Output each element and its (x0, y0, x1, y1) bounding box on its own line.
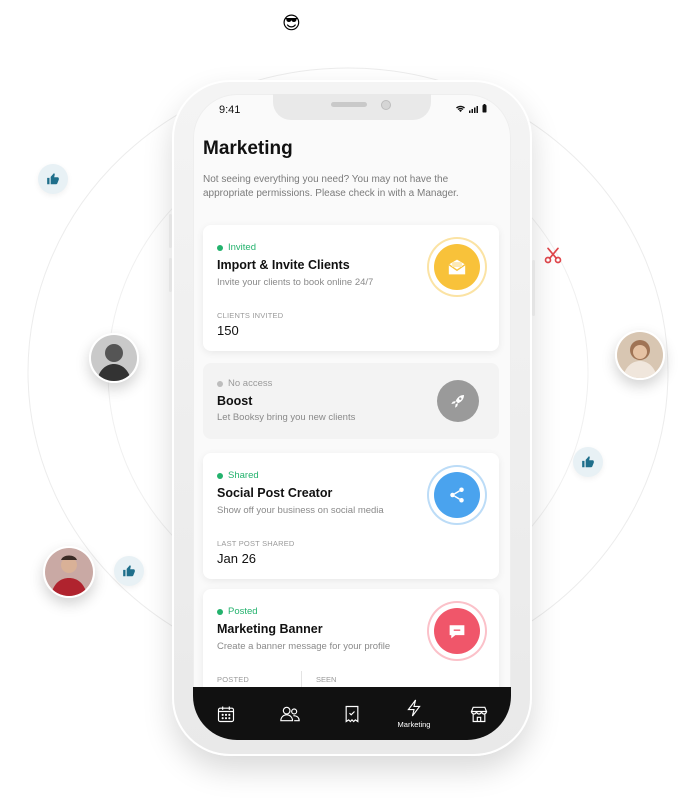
card-description: Create a banner message for your profile (217, 641, 391, 652)
status-badge: Shared (217, 470, 259, 481)
notch (273, 94, 431, 120)
card-social-post-creator[interactable]: Shared Social Post Creator Show off your… (203, 453, 499, 579)
card-title: Social Post Creator (217, 486, 333, 500)
scissors-icon (542, 244, 564, 266)
thumbs-up-icon (114, 556, 144, 586)
avatar (43, 546, 95, 598)
bottom-nav: Marketing (193, 687, 511, 740)
nav-item-clients[interactable] (268, 687, 312, 740)
signal-icon (469, 105, 478, 113)
status-badge: No access (217, 378, 272, 389)
status-dot (217, 380, 223, 387)
wifi-icon (456, 105, 465, 112)
sunglasses-emoji: 😎 (282, 13, 301, 34)
metric-label: LAST POST SHARED (217, 539, 295, 548)
phone-side-button (532, 260, 535, 316)
clients-icon (280, 706, 300, 721)
status-dot (217, 472, 223, 479)
avatar (89, 333, 139, 383)
battery-icon (482, 104, 487, 113)
status-icons (455, 104, 487, 113)
thumbs-up-icon (38, 164, 68, 194)
metric-value: Jan 26 (217, 551, 257, 566)
metric-label: SEEN (316, 675, 337, 684)
speaker (331, 102, 367, 107)
avatar (615, 330, 665, 380)
card-title: Marketing Banner (217, 622, 323, 636)
store-icon (470, 706, 488, 722)
phone-side-button (169, 258, 172, 292)
page-title: Marketing (203, 138, 293, 159)
status-dot (217, 608, 223, 615)
status-label: Invited (228, 242, 256, 253)
status-label: No access (228, 378, 273, 389)
nav-item-marketing[interactable]: Marketing (392, 687, 436, 740)
card-boost[interactable]: No access Boost Let Booksy bring you new… (203, 363, 499, 439)
status-badge: Invited (217, 242, 256, 253)
card-description: Show off your business on social media (217, 505, 384, 516)
status-time: 9:41 (219, 104, 241, 116)
status-badge: Posted (217, 606, 258, 617)
phone-side-button (169, 214, 172, 248)
metric-value: 150 (217, 323, 239, 338)
nav-item-calendar[interactable] (204, 687, 248, 740)
metric-label: POSTED (217, 675, 250, 684)
card-title: Boost (217, 394, 253, 408)
lightning-icon (407, 699, 421, 717)
phone-screen: 9:41 Marketing Not seeing everything you… (193, 94, 511, 740)
status-dot (217, 244, 223, 251)
share-icon (429, 467, 485, 523)
envelope-icon (429, 239, 485, 295)
nav-item-checkout[interactable] (330, 687, 374, 740)
calendar-icon (217, 706, 235, 722)
status-label: Posted (228, 606, 258, 617)
card-description: Let Booksy bring you new clients (217, 412, 356, 423)
card-marketing-banner[interactable]: Posted Marketing Banner Create a banner … (203, 589, 499, 699)
nav-label: Marketing (397, 720, 431, 729)
metric-label: CLIENTS INVITED (217, 311, 284, 320)
status-label: Shared (228, 470, 259, 481)
nav-item-store[interactable] (457, 687, 501, 740)
front-camera (381, 100, 391, 110)
card-description: Invite your clients to book online 24/7 (217, 277, 374, 288)
speech-bubble-icon (429, 603, 485, 659)
thumbs-up-icon (573, 447, 603, 477)
receipt-icon (345, 705, 359, 723)
card-import-invite-clients[interactable]: Invited Import & Invite Clients Invite y… (203, 225, 499, 351)
card-title: Import & Invite Clients (217, 258, 350, 272)
page-subtitle: Not seeing everything you need? You may … (203, 174, 459, 199)
rocket-icon (437, 380, 479, 422)
